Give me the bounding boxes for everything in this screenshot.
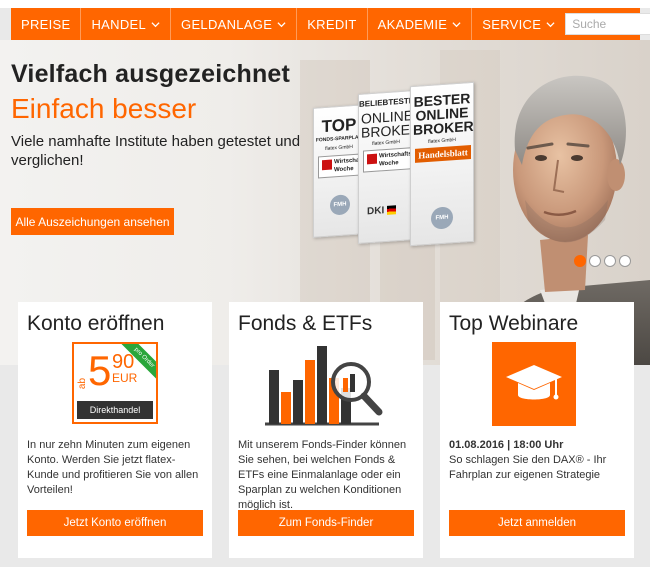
nav-item-handel[interactable]: HANDEL [81, 8, 172, 40]
logo-mark [322, 159, 332, 171]
price-integer: 5 [88, 347, 112, 394]
register-webinar-button[interactable]: Jetzt anmelden [449, 510, 625, 536]
carousel-dots [574, 255, 631, 267]
carousel-dot-3[interactable] [604, 255, 616, 267]
price-prefix: ab [77, 377, 89, 390]
open-account-button[interactable]: Jetzt Konto eröffnen [27, 510, 203, 536]
bar-chart-magnifier-icon [265, 346, 383, 426]
all-awards-button[interactable]: Alle Auszeichungen ansehen [11, 208, 174, 235]
award-title: BESTER ONLINE BROKER [413, 90, 474, 139]
chevron-down-icon [151, 21, 160, 27]
card-text: In nur zehn Minuten zum eigenen Konto. W… [27, 439, 199, 496]
price-badge-text: pro Order [132, 346, 156, 370]
nav-item-preise[interactable]: PREISE [11, 8, 82, 40]
nav-item-geldanlage[interactable]: GELDANLAGE [171, 8, 298, 40]
webinar-graphic [440, 338, 634, 428]
award-badge-bester-onlinebroker: BESTER ONLINE BROKER flatex GmbH Handels… [410, 81, 474, 247]
nav-item-akademie[interactable]: AKADEMIE [368, 8, 473, 40]
price-box: pro Order ab 5 90 EUR Direkthandel [72, 342, 158, 424]
wirtschaftswoche-logo: Wirtschafts Woche [363, 147, 412, 173]
nav-item-label: HANDEL [91, 16, 147, 32]
fmh-seal-text: FMH [435, 214, 449, 222]
card-webinare: Top Webinare 01.08.2016 | 18:00 Uhr So s… [440, 302, 634, 558]
search-input[interactable] [566, 14, 650, 34]
award-brand: flatex GmbH [372, 139, 400, 147]
dki-logo-text: DKI [367, 204, 385, 217]
nav-item-label: GELDANLAGE [181, 16, 273, 32]
main-nav: PREISE HANDEL GELDANLAGE KREDIT AKADEMIE… [11, 8, 650, 40]
fmh-seal: FMH [330, 194, 350, 216]
hero-title: Vielfach ausgezeichnet [11, 60, 291, 88]
card-title: Konto eröffnen [27, 312, 165, 335]
price-currency: EUR [112, 371, 138, 385]
chevron-down-icon [277, 21, 286, 27]
search-box [565, 13, 650, 35]
price-graphic: pro Order ab 5 90 EUR Direkthandel [18, 338, 212, 428]
logo-text: Wirtschafts Woche [379, 151, 412, 168]
logo-mark [367, 153, 377, 165]
card-text: So schlagen Sie den DAX® - Ihr Fahrplan … [449, 454, 607, 481]
fonds-finder-button[interactable]: Zum Fonds-Finder [238, 510, 414, 536]
award-subtitle: FONDS-SPARPLAN [315, 134, 363, 144]
dki-flag-icon [387, 204, 397, 215]
webinar-date: 01.08.2016 | 18:00 Uhr [449, 439, 564, 451]
fonds-graphic [229, 338, 423, 428]
carousel-dot-2[interactable] [589, 255, 601, 267]
award-brand: flatex GmbH [325, 144, 353, 152]
nav-item-label: KREDIT [307, 16, 357, 32]
nav-item-kredit[interactable]: KREDIT [297, 8, 368, 40]
card-konto: Konto eröffnen pro Order ab 5 90 EUR Dir… [18, 302, 212, 558]
hero-text: Viele namhafte Institute haben getestet … [11, 133, 301, 169]
chevron-down-icon [546, 21, 555, 27]
fmh-seal: FMH [431, 206, 453, 230]
nav-item-label: PREISE [21, 16, 71, 32]
card-title: Fonds & ETFs [238, 312, 373, 335]
nav-item-label: SERVICE [482, 16, 542, 32]
top-strip [0, 0, 650, 8]
hero-subtitle: Einfach besser [11, 93, 197, 124]
price-decimal: 90 [112, 351, 135, 373]
carousel-dot-4[interactable] [619, 255, 631, 267]
graduation-cap-icon [492, 342, 576, 426]
card-text: Mit unserem Fonds-Finder können Sie sehe… [238, 439, 407, 511]
award-badge-beliebtester-onlinebroker: BELIEBTESTER ONLINE BROKER flatex GmbH W… [358, 90, 421, 244]
handelsblatt-logo: Handelsblatt [415, 144, 471, 163]
carousel-dot-1[interactable] [574, 255, 586, 267]
dki-logo: DKI [367, 202, 407, 219]
card-title: Top Webinare [449, 312, 579, 335]
nav-item-label: AKADEMIE [377, 16, 448, 32]
award-title: ONLINE BROKER [361, 107, 421, 141]
fmh-seal-text: FMH [333, 201, 347, 209]
card-fonds: Fonds & ETFs Mit unserem Fonds-Finder kö… [229, 302, 423, 558]
award-title: TOP [321, 114, 357, 137]
wirtschaftswoche-logo: Wirtschafts Woche [318, 153, 367, 179]
chevron-down-icon [452, 21, 461, 27]
price-label: Direkthandel [77, 401, 153, 419]
nav-item-service[interactable]: SERVICE [472, 8, 565, 40]
